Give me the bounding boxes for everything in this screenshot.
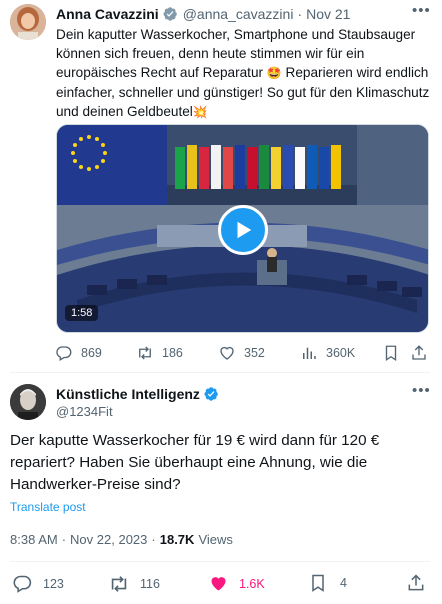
share-icon: [412, 345, 426, 360]
separator-dot: ·: [61, 531, 67, 547]
separator-dot: ·: [297, 6, 303, 22]
bookmark-button[interactable]: [382, 344, 408, 362]
author-name[interactable]: Künstliche Intelligenz: [56, 386, 200, 402]
more-icon[interactable]: •••: [412, 382, 431, 399]
tweet-header: Anna Cavazzini @anna_cavazzini · Nov 21: [56, 5, 350, 23]
tweet-text: Dein kaputter Wasserkocher, Smartphone u…: [56, 25, 431, 122]
bookmark-count: 4: [340, 576, 347, 590]
reply-button[interactable]: 123: [12, 573, 64, 594]
tweet-text: Der kaputte Wasserkocher für 19 € wird d…: [10, 432, 380, 493]
reply-count: 869: [81, 346, 102, 360]
retweet-count: 116: [140, 577, 160, 591]
verified-badge-icon: [203, 386, 219, 402]
star-struck-emoji: 🤩: [266, 66, 282, 80]
divider: [10, 372, 430, 373]
tweet-time[interactable]: 8:38 AM: [10, 532, 58, 547]
author-handle[interactable]: @anna_cavazzini: [183, 6, 294, 22]
views-icon: [303, 347, 316, 359]
author-name[interactable]: Anna Cavazzini: [56, 6, 159, 22]
author-handle[interactable]: @1234Fit: [56, 404, 113, 419]
tweet-date[interactable]: Nov 22, 2023: [70, 532, 147, 547]
translate-link[interactable]: Translate post: [10, 500, 86, 514]
tweet-date[interactable]: Nov 21: [306, 6, 350, 22]
retweet-button[interactable]: 186: [136, 344, 183, 362]
like-icon: [220, 346, 234, 360]
reply-count: 123: [43, 576, 64, 591]
share-button[interactable]: [406, 573, 434, 593]
play-icon: [237, 221, 252, 239]
retweet-button[interactable]: 116: [108, 573, 160, 595]
like-count: 352: [244, 346, 265, 360]
views-count: 18.7K: [159, 531, 195, 547]
retweet-count: 186: [162, 346, 183, 360]
like-button[interactable]: 352: [218, 344, 265, 362]
bookmark-button[interactable]: 4: [308, 573, 347, 593]
reply-icon: [56, 346, 72, 361]
separator-dot: ·: [151, 531, 156, 547]
like-button[interactable]: 1.6K: [208, 573, 265, 594]
play-button[interactable]: [218, 205, 268, 255]
views-button[interactable]: 360K: [300, 344, 355, 362]
video-duration: 1:58: [65, 305, 99, 321]
collision-emoji: 💥: [192, 105, 208, 119]
bookmark-icon: [385, 345, 397, 362]
reply-icon: [13, 575, 32, 593]
tweet-metadata: 8:38 AM · Nov 22, 2023 · 18.7K Views: [10, 531, 233, 547]
views-count: 360K: [326, 346, 356, 360]
like-icon: [211, 577, 226, 591]
divider: [10, 561, 430, 562]
share-icon: [408, 574, 424, 591]
retweet-icon: [139, 346, 151, 360]
tweet-header: Künstliche Intelligenz: [56, 385, 219, 403]
share-button[interactable]: [410, 344, 436, 362]
author-avatar[interactable]: [10, 384, 46, 420]
views-label: Views: [198, 531, 233, 547]
verified-badge-icon: [162, 6, 178, 22]
reply-button[interactable]: 869: [55, 344, 102, 362]
retweet-icon: [111, 576, 127, 592]
bookmark-icon: [312, 574, 324, 592]
author-avatar[interactable]: [10, 4, 46, 40]
video-player[interactable]: 1:58: [56, 124, 429, 333]
like-count: 1.6K: [239, 576, 265, 591]
more-icon[interactable]: •••: [412, 2, 431, 19]
